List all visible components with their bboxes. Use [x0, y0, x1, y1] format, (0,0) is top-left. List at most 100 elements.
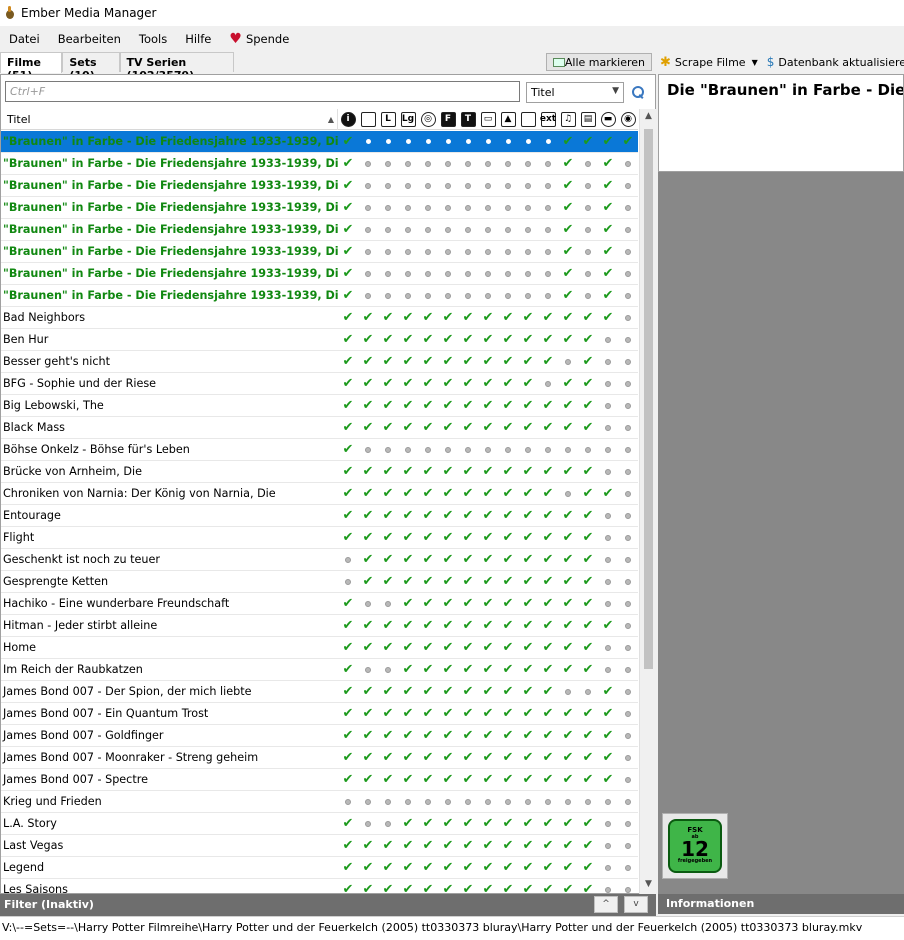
- table-row[interactable]: James Bond 007 - Der Spion, der mich lie…: [1, 681, 638, 703]
- menu-datei[interactable]: Datei: [0, 32, 49, 46]
- missing-dot-icon: [505, 160, 511, 167]
- filter-up-button[interactable]: ^: [594, 896, 618, 913]
- status-cell: ✔: [558, 175, 578, 196]
- tab-filme[interactable]: Filme (51): [0, 52, 63, 82]
- filter-down-button[interactable]: v: [624, 896, 648, 913]
- table-row[interactable]: Gesprengte Ketten ✔ ✔ ✔ ✔ ✔ ✔ ✔ ✔ ✔ ✔ ✔ ✔: [1, 571, 638, 593]
- table-row[interactable]: "Braunen" in Farbe - Die Friedensjahre 1…: [1, 219, 638, 241]
- status-cell: ✔: [338, 219, 358, 240]
- table-row[interactable]: Entourage ✔ ✔ ✔ ✔ ✔ ✔ ✔ ✔ ✔ ✔ ✔ ✔ ✔: [1, 505, 638, 527]
- column-header-subtitle[interactable]: ▬: [598, 109, 618, 130]
- table-row[interactable]: "Braunen" in Farbe - Die Friedensjahre 1…: [1, 175, 638, 197]
- status-cell: ✔: [458, 879, 478, 895]
- column-header-nfo[interactable]: [518, 109, 538, 130]
- column-header-watched[interactable]: ◉: [618, 109, 638, 130]
- table-row[interactable]: James Bond 007 - Spectre ✔ ✔ ✔ ✔ ✔ ✔ ✔ ✔ ✔ ✔ ✔ ✔ ✔ ✔: [1, 769, 638, 791]
- table-row[interactable]: Besser geht's nicht ✔ ✔ ✔ ✔ ✔ ✔ ✔ ✔ ✔ ✔ ✔ ✔: [1, 351, 638, 373]
- table-row[interactable]: Black Mass ✔ ✔ ✔ ✔ ✔ ✔ ✔ ✔ ✔ ✔ ✔ ✔ ✔: [1, 417, 638, 439]
- tab-sets[interactable]: Sets (10): [62, 52, 120, 82]
- status-cell: ✔: [498, 483, 518, 504]
- table-row[interactable]: "Braunen" in Farbe - Die Friedensjahre 1…: [1, 285, 638, 307]
- table-row[interactable]: L.A. Story ✔ ✔ ✔ ✔ ✔ ✔ ✔ ✔ ✔ ✔ ✔: [1, 813, 638, 835]
- check-icon: ✔: [542, 420, 554, 435]
- column-header-monitor[interactable]: ▭: [478, 109, 498, 130]
- window-title: Ember Media Manager: [21, 6, 157, 20]
- table-row[interactable]: Last Vegas ✔ ✔ ✔ ✔ ✔ ✔ ✔ ✔ ✔ ✔ ✔ ✔ ✔: [1, 835, 638, 857]
- vertical-scrollbar[interactable]: ▲ ▼: [639, 109, 656, 895]
- menu-spende[interactable]: ♥ Spende: [220, 32, 298, 46]
- table-row[interactable]: James Bond 007 - Goldfinger ✔ ✔ ✔ ✔ ✔ ✔ ✔ ✔ ✔ ✔ ✔ ✔ ✔…: [1, 725, 638, 747]
- db-update-button[interactable]: $ Datenbank aktualisieren: [767, 55, 904, 69]
- status-cell: ✔: [398, 813, 418, 834]
- status-cell: [398, 153, 418, 174]
- row-title: Gesprengte Ketten: [3, 575, 109, 588]
- table-row[interactable]: Flight ✔ ✔ ✔ ✔ ✔ ✔ ✔ ✔ ✔ ✔ ✔ ✔ ✔: [1, 527, 638, 549]
- check-icon: ✔: [442, 684, 454, 699]
- status-cell: [618, 571, 638, 592]
- table-row[interactable]: Big Lebowski, The ✔ ✔ ✔ ✔ ✔ ✔ ✔ ✔ ✔ ✔ ✔ ✔ ✔: [1, 395, 638, 417]
- table-row[interactable]: Home ✔ ✔ ✔ ✔ ✔ ✔ ✔ ✔ ✔ ✔ ✔ ✔ ✔: [1, 637, 638, 659]
- column-header-banner[interactable]: [358, 109, 378, 130]
- table-row[interactable]: "Braunen" in Farbe - Die Friedensjahre 1…: [1, 153, 638, 175]
- table-row[interactable]: James Bond 007 - Ein Quantum Trost ✔ ✔ ✔ ✔ ✔ ✔…: [1, 703, 638, 725]
- chevron-down-icon[interactable]: ▼: [752, 58, 758, 67]
- table-row[interactable]: Im Reich der Raubkatzen ✔ ✔ ✔ ✔ ✔ ✔ ✔ ✔ ✔ ✔ ✔: [1, 659, 638, 681]
- menu-tools[interactable]: Tools: [130, 32, 176, 46]
- check-icon: ✔: [602, 156, 614, 171]
- scroll-thumb[interactable]: [644, 129, 653, 669]
- table-row[interactable]: "Braunen" in Farbe - Die Friedensjahre 1…: [1, 241, 638, 263]
- table-row[interactable]: "Braunen" in Farbe - Die Friedensjahre 1…: [1, 263, 638, 285]
- filter-bar[interactable]: Filter (Inaktiv) ^ v: [0, 894, 656, 916]
- table-row[interactable]: "Braunen" in Farbe - Die Friedensjahre 1…: [1, 197, 638, 219]
- column-header-clearart[interactable]: T: [458, 109, 478, 130]
- table-row[interactable]: Brücke von Arnheim, Die ✔ ✔ ✔ ✔ ✔ ✔ ✔ ✔ ✔ ✔ ✔ ✔ ✔: [1, 461, 638, 483]
- menu-bearbeiten[interactable]: Bearbeiten: [49, 32, 130, 46]
- check-icon: ✔: [442, 838, 454, 853]
- search-input[interactable]: Ctrl+F: [5, 81, 520, 102]
- column-header-extrafanart[interactable]: ext: [538, 109, 558, 130]
- table-row[interactable]: Geschenkt ist noch zu teuer ✔ ✔ ✔ ✔ ✔ ✔ ✔ ✔ ✔ ✔ ✔ ✔: [1, 549, 638, 571]
- menu-hilfe[interactable]: Hilfe: [176, 32, 220, 46]
- tab-tv-serien[interactable]: TV Serien (102/3579): [119, 52, 234, 82]
- column-header-title[interactable]: Titel ▲: [1, 109, 338, 130]
- status-cell: ✔: [578, 593, 598, 614]
- table-row[interactable]: Ben Hur ✔ ✔ ✔ ✔ ✔ ✔ ✔ ✔ ✔ ✔ ✔ ✔ ✔: [1, 329, 638, 351]
- info-bar[interactable]: Informationen: [658, 894, 904, 914]
- mark-all-button[interactable]: Alle markieren: [546, 53, 652, 71]
- table-row[interactable]: Hachiko - Eine wunderbare Freundschaft ✔ ✔…: [1, 593, 638, 615]
- missing-dot-icon: [565, 358, 571, 365]
- table-row[interactable]: Böhse Onkelz - Böhse für's Leben ✔: [1, 439, 638, 461]
- table-row[interactable]: James Bond 007 - Moonraker - Streng gehe…: [1, 747, 638, 769]
- table-row[interactable]: Legend ✔ ✔ ✔ ✔ ✔ ✔ ✔ ✔ ✔ ✔ ✔ ✔ ✔: [1, 857, 638, 879]
- table-row[interactable]: Les Saisons ✔ ✔ ✔ ✔ ✔ ✔ ✔ ✔ ✔ ✔ ✔ ✔ ✔: [1, 879, 638, 895]
- missing-dot-icon: [465, 798, 471, 805]
- table-row[interactable]: BFG - Sophie und der Riese ✔ ✔ ✔ ✔ ✔ ✔ ✔ ✔ ✔ ✔ ✔ ✔: [1, 373, 638, 395]
- scroll-up-icon[interactable]: ▲: [643, 111, 654, 125]
- scroll-down-icon[interactable]: ▼: [643, 879, 654, 893]
- table-row[interactable]: Hitman - Jeder stirbt alleine ✔ ✔ ✔ ✔ ✔ ✔ ✔ ✔ ✔ ✔ ✔…: [1, 615, 638, 637]
- status-cell: ✔: [578, 857, 598, 878]
- status-cell: ✔: [578, 703, 598, 724]
- search-field-select[interactable]: Titel ▼: [526, 82, 624, 103]
- search-icon[interactable]: [632, 86, 644, 98]
- status-cell: [498, 439, 518, 460]
- column-header-trailer[interactable]: ▤: [578, 109, 598, 130]
- table-row[interactable]: "Braunen" in Farbe - Die Friedensjahre 1…: [1, 131, 638, 153]
- status-cell: ✔: [418, 615, 438, 636]
- table-row[interactable]: Chroniken von Narnia: Der König von Narn…: [1, 483, 638, 505]
- table-row[interactable]: Krieg und Frieden: [1, 791, 638, 813]
- column-header-theme[interactable]: ♫: [558, 109, 578, 130]
- filter-label: Filter (Inaktiv): [4, 898, 94, 911]
- status-cell: ✔: [538, 307, 558, 328]
- column-header-clearlogo[interactable]: L: [378, 109, 398, 130]
- column-header-logo[interactable]: Lg: [398, 109, 418, 130]
- column-header-discart[interactable]: ◎: [418, 109, 438, 130]
- missing-dot-icon: [385, 139, 391, 144]
- column-header-info[interactable]: i: [338, 109, 358, 130]
- scrape-button[interactable]: ✱ Scrape Filme ▼: [660, 55, 758, 70]
- status-cell: ✔: [498, 835, 518, 856]
- status-cell: ✔: [358, 879, 378, 895]
- column-header-poster[interactable]: ▲: [498, 109, 518, 130]
- table-row[interactable]: Bad Neighbors ✔ ✔ ✔ ✔ ✔ ✔ ✔ ✔ ✔ ✔ ✔ ✔ ✔ ✔: [1, 307, 638, 329]
- column-header-fanart[interactable]: F: [438, 109, 458, 130]
